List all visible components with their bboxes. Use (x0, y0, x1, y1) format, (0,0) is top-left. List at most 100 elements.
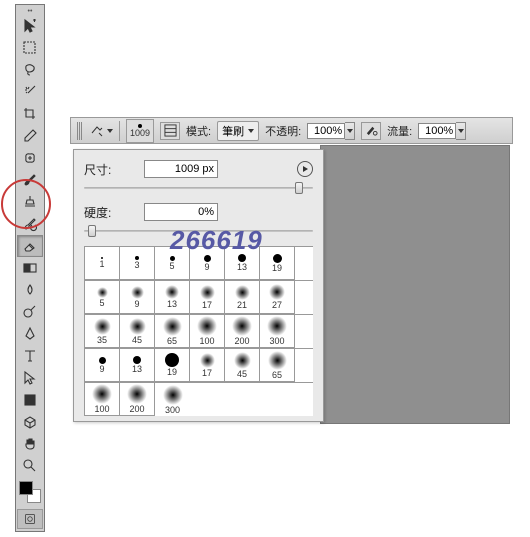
canvas-area[interactable] (320, 145, 510, 424)
preset-size-label: 9 (99, 364, 104, 374)
soft-tip-icon (165, 285, 179, 299)
panel-menu-button[interactable] (297, 161, 313, 177)
brush-preset[interactable]: 13 (155, 281, 190, 314)
marquee-tool[interactable] (17, 37, 43, 59)
option-bar: 1009 模式: 筆刷 不透明: 流量: (70, 117, 513, 144)
eyedropper-tool[interactable] (17, 125, 43, 147)
brush-preset[interactable]: 200 (225, 315, 260, 348)
gradient-tool[interactable] (17, 257, 43, 279)
empty-cell (260, 383, 295, 416)
brush-preset-panel: 尺寸: 硬度: 13591319591317212735456510020030… (73, 149, 324, 422)
foreground-swatch[interactable] (19, 481, 33, 495)
brush-preset[interactable]: 19 (155, 349, 190, 382)
eraser-tool[interactable] (17, 235, 43, 257)
mode-value: 筆刷 (222, 123, 244, 139)
pen-tool[interactable] (17, 323, 43, 345)
stamp-tool[interactable] (17, 191, 43, 213)
wand-tool[interactable] (17, 81, 43, 103)
hard-tip-icon (273, 254, 282, 263)
brush-size-value: 1009 (130, 128, 150, 138)
soft-tip-icon (127, 384, 147, 404)
preset-size-label: 19 (167, 367, 177, 377)
soft-tip-icon (268, 351, 287, 370)
brush-preset-grid: 1359131959131721273545651002003009131917… (84, 246, 313, 416)
brush-preset[interactable]: 5 (85, 281, 120, 314)
brush-preset[interactable]: 9 (85, 349, 120, 382)
shape-tool[interactable] (17, 389, 43, 411)
mode-label: 模式: (186, 123, 211, 139)
brush-preset[interactable]: 5 (155, 247, 190, 280)
preset-size-label: 9 (134, 299, 139, 309)
mode-dropdown[interactable]: 筆刷 (217, 121, 259, 141)
hand-tool[interactable] (17, 433, 43, 455)
brush-preset[interactable]: 17 (190, 349, 225, 382)
preset-size-label: 300 (165, 405, 180, 415)
soft-tip-icon (92, 384, 112, 404)
brush-preset[interactable]: 65 (260, 349, 295, 382)
brush-preset[interactable]: 9 (190, 247, 225, 280)
hardness-slider[interactable] (84, 224, 313, 238)
brush-preset[interactable]: 19 (260, 247, 295, 280)
hardness-label: 硬度: (84, 204, 144, 221)
brush-preset[interactable]: 100 (85, 383, 120, 416)
crop-tool[interactable] (17, 103, 43, 125)
brush-preset[interactable]: 45 (225, 349, 260, 382)
color-swatches[interactable] (19, 481, 41, 503)
brush-preset[interactable]: 65 (155, 315, 190, 348)
brush-preset[interactable]: 9 (120, 281, 155, 314)
brush-preset[interactable]: 45 (120, 315, 155, 348)
type-tool[interactable] (17, 345, 43, 367)
brush-preset[interactable]: 100 (190, 315, 225, 348)
brush-preset[interactable]: 200 (120, 383, 155, 416)
flow-input[interactable] (418, 123, 456, 139)
brush-preset[interactable]: 17 (190, 281, 225, 314)
opacity-field[interactable] (307, 122, 355, 140)
pressure-opacity-toggle[interactable] (361, 122, 381, 140)
healing-tool[interactable] (17, 147, 43, 169)
brush-size-dropdown[interactable]: 1009 (126, 119, 154, 143)
brush-preset[interactable]: 1 (85, 247, 120, 280)
preset-size-label: 200 (129, 404, 144, 414)
brush-preset[interactable]: 13 (225, 247, 260, 280)
flow-label: 流量: (387, 123, 412, 139)
brush-preset[interactable]: 35 (85, 315, 120, 348)
lasso-tool[interactable] (17, 59, 43, 81)
brush-preset[interactable]: 27 (260, 281, 295, 314)
hard-tip-icon (133, 356, 141, 364)
empty-cell (225, 383, 260, 416)
preset-size-label: 13 (132, 364, 142, 374)
history-brush-tool[interactable] (17, 213, 43, 235)
soft-tip-icon (235, 285, 250, 300)
brush-preset[interactable]: 13 (120, 349, 155, 382)
soft-tip-icon (129, 318, 146, 335)
3d-tool[interactable] (17, 411, 43, 433)
brush-tool[interactable] (17, 169, 43, 191)
brush-panel-toggle[interactable] (160, 122, 180, 140)
soft-tip-icon (232, 316, 252, 336)
optionbar-grip[interactable] (77, 122, 83, 140)
brush-preset[interactable]: 3 (120, 247, 155, 280)
hardness-input[interactable] (144, 203, 218, 221)
size-input[interactable] (144, 160, 218, 178)
brush-preset[interactable]: 21 (225, 281, 260, 314)
opacity-input[interactable] (307, 123, 345, 139)
soft-tip-icon (97, 287, 108, 298)
dodge-tool[interactable] (17, 301, 43, 323)
size-label: 尺寸: (84, 161, 144, 178)
preset-size-label: 45 (132, 335, 142, 345)
flow-field[interactable] (418, 122, 466, 140)
tool-preset-dropdown[interactable] (89, 123, 113, 139)
zoom-tool[interactable] (17, 455, 43, 477)
brush-preset[interactable]: 300 (260, 315, 295, 348)
preset-size-label: 1 (99, 259, 104, 269)
brush-preset[interactable]: 300 (155, 383, 190, 416)
move-tool[interactable] (17, 15, 43, 37)
soft-tip-icon (163, 317, 182, 336)
quickmask-button[interactable] (17, 509, 43, 529)
size-slider[interactable] (84, 181, 313, 195)
preset-size-label: 300 (269, 336, 284, 346)
palette-grip[interactable]: •• (16, 7, 44, 15)
soft-tip-icon (200, 285, 215, 300)
blur-tool[interactable] (17, 279, 43, 301)
path-tool[interactable] (17, 367, 43, 389)
